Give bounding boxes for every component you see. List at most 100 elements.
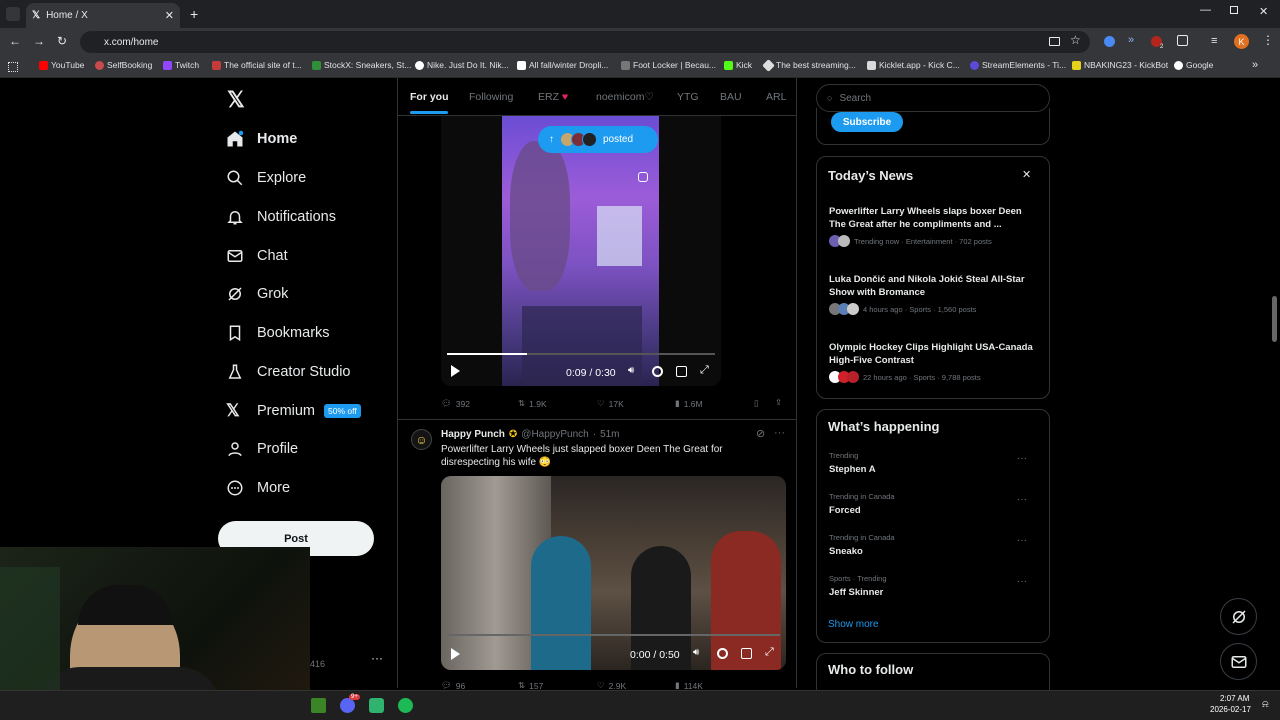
puzzle-icon[interactable] (1177, 35, 1188, 46)
bookmark-twitch[interactable]: Twitch (163, 60, 199, 70)
new-tab-icon[interactable]: + (190, 6, 198, 22)
tab-erz[interactable]: ERZ ♥ (538, 91, 568, 103)
page-scrollbar-thumb[interactable] (1272, 296, 1277, 342)
minimize-icon[interactable]: — (1200, 4, 1211, 16)
clock-date[interactable]: 2026-02-17 (1210, 705, 1251, 714)
settings-gear-icon[interactable] (652, 366, 663, 377)
pip-icon[interactable] (741, 648, 752, 659)
reading-list-icon[interactable]: ≡ (1211, 35, 1217, 47)
tab-for-you[interactable]: For you (410, 91, 449, 103)
news-item[interactable]: Olympic Hockey Clips Highlight USA-Canad… (829, 341, 1039, 383)
x-home-logo[interactable]: 𝕏 (227, 87, 245, 113)
nav-explore[interactable]: Explore (226, 163, 306, 193)
spotify-app-icon[interactable] (398, 698, 413, 713)
bookmark-dropli[interactable]: All fall/winter Dropli... (517, 60, 608, 70)
close-icon[interactable]: ✕ (1022, 168, 1031, 181)
menu-kebab-icon[interactable]: ⋮ (1262, 33, 1274, 47)
show-more-link[interactable]: Show more (828, 619, 879, 630)
omnibox[interactable]: x.com/home (80, 31, 1090, 53)
close-window-icon[interactable]: ✕ (1259, 5, 1268, 18)
tab-bau[interactable]: BAU (720, 91, 742, 103)
bookmark-google[interactable]: Google (1174, 60, 1213, 70)
bookmark-streamelements[interactable]: StreamElements - Ti... (970, 60, 1066, 70)
nav-home[interactable]: Home (226, 124, 297, 154)
extension-icon-1[interactable] (1104, 36, 1115, 47)
post2-time[interactable]: 51m (600, 429, 619, 440)
messages-fab[interactable] (1220, 643, 1257, 680)
nav-profile[interactable]: Profile (226, 434, 298, 464)
news-item[interactable]: Luka Dončić and Nikola Jokić Steal All-S… (829, 273, 1039, 315)
star-icon[interactable]: ☆ (1070, 33, 1081, 47)
post2-author[interactable]: Happy Punch (441, 429, 505, 440)
reload-icon[interactable]: ↻ (57, 34, 67, 48)
trend-item[interactable]: Trending in Canada Forced ··· (829, 492, 1039, 516)
app-icon[interactable] (369, 698, 384, 713)
post2-video[interactable]: 0:00 / 0:50 🔊︎ ⤢ (441, 476, 786, 670)
play-icon[interactable] (451, 648, 460, 660)
nav-more[interactable]: More (226, 473, 290, 503)
fullscreen-icon[interactable]: ⤢ (765, 646, 774, 659)
volume-icon[interactable]: 🔊︎ (693, 647, 699, 658)
reply-button[interactable]: 💬︎ 392 (441, 398, 470, 409)
maximize-icon[interactable] (1230, 6, 1238, 14)
install-icon[interactable] (1049, 37, 1060, 46)
grok-post-icon[interactable]: ⊘ (756, 427, 765, 440)
post2-avatar[interactable]: ☺ (411, 429, 432, 450)
video-progress-track[interactable] (447, 634, 780, 636)
trend-item[interactable]: Trending Stephen A ··· (829, 451, 1039, 475)
extension-icon-2[interactable]: » (1128, 34, 1134, 46)
bookmark-stockx[interactable]: StockX: Sneakers, St... (312, 60, 411, 70)
bookmark-streaming[interactable]: The best streaming... (762, 58, 856, 72)
posted-pill[interactable]: ↑ posted (538, 126, 658, 153)
bookmark-youtube[interactable]: YouTube (39, 60, 84, 70)
trend-more-icon[interactable]: ··· (1017, 535, 1027, 546)
trend-more-icon[interactable]: ··· (1017, 494, 1027, 505)
views-button[interactable]: ▮ 1.6M (675, 398, 703, 409)
bookmark-official-site[interactable]: The official site of t... (212, 60, 302, 70)
news-item[interactable]: Powerlifter Larry Wheels slaps boxer Dee… (829, 205, 1039, 247)
discord-app-icon[interactable] (340, 698, 355, 713)
nav-creator-studio[interactable]: Creator Studio (226, 357, 351, 387)
fullscreen-icon[interactable]: ⤢ (700, 364, 709, 377)
nav-chat[interactable]: Chat (226, 241, 288, 271)
repost-button[interactable]: ⇅ 1.9K (518, 398, 547, 409)
trend-item[interactable]: Sports · Trending Jeff Skinner ··· (829, 574, 1039, 598)
notification-bell-icon[interactable]: ⍾ (1262, 699, 1269, 710)
volume-icon[interactable]: 🔊︎ (628, 365, 634, 376)
post2-handle[interactable]: @HappyPunch (521, 429, 588, 440)
clock-time[interactable]: 2:07 AM (1220, 694, 1249, 703)
trend-item[interactable]: Trending in Canada Sneako ··· (829, 533, 1039, 557)
play-icon[interactable] (451, 365, 460, 377)
bookmark-kicklet[interactable]: Kicklet.app - Kick C... (867, 60, 960, 70)
trend-more-icon[interactable]: ··· (1017, 576, 1027, 587)
tab-ytg[interactable]: YTG (677, 91, 699, 103)
tab-arl[interactable]: ARL (766, 91, 786, 103)
profile-avatar[interactable]: K (1234, 34, 1249, 49)
more-bookmarks-icon[interactable]: » (1252, 59, 1258, 71)
trend-more-icon[interactable]: ··· (1017, 453, 1027, 464)
back-icon[interactable]: ← (9, 34, 21, 48)
nav-grok[interactable]: Grok (226, 279, 288, 309)
bookmark-selfbooking[interactable]: SelfBooking (95, 60, 152, 70)
pip-icon[interactable] (676, 366, 687, 377)
account-menu-icon[interactable]: ··· (371, 651, 383, 665)
tab-following[interactable]: Following (469, 91, 513, 103)
tab-close-icon[interactable]: ✕ (165, 9, 174, 22)
minecraft-app-icon[interactable] (311, 698, 326, 713)
tab-noemicom[interactable]: noemicom♡ (596, 91, 654, 103)
bookmark-footlocker[interactable]: Foot Locker | Becau... (621, 60, 716, 70)
nav-notifications[interactable]: Notifications (226, 202, 336, 232)
like-button[interactable]: ♡ 17K (597, 398, 624, 409)
apps-grid-icon[interactable] (8, 62, 18, 72)
bookmark-kickbot[interactable]: NBAKING23 - KickBot (1072, 60, 1168, 70)
bookmark-post-icon[interactable]: ▯ (754, 398, 759, 409)
settings-gear-icon[interactable] (717, 648, 728, 659)
forward-icon[interactable]: → (33, 34, 45, 48)
subscribe-button[interactable]: Subscribe (831, 112, 903, 132)
post-more-icon[interactable]: ··· (774, 427, 785, 439)
share-icon[interactable]: ⇪ (775, 397, 782, 408)
nav-bookmarks[interactable]: Bookmarks (226, 318, 330, 348)
post1-video[interactable]: 0:09 / 0:30 🔊︎ ⤢ (441, 116, 721, 386)
browser-tab[interactable]: 𝕏 Home / X ✕ (26, 3, 180, 28)
nav-premium[interactable]: 𝕏 Premium 50% off (226, 396, 361, 426)
